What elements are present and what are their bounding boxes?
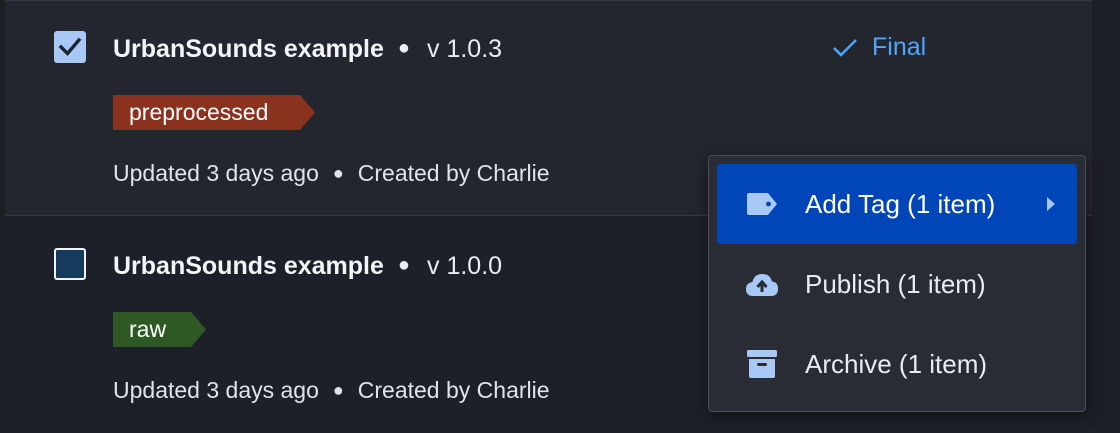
menu-item-add-tag[interactable]: Add Tag (1 item): [717, 164, 1077, 244]
row-2-title-line: UrbanSounds example ● v 1.0.0: [113, 250, 502, 281]
version-label: v 1.0.0: [427, 252, 503, 280]
checkmark-icon: [58, 37, 82, 57]
version-label: v 1.0.3: [427, 35, 503, 63]
dataset-title[interactable]: UrbanSounds example: [113, 35, 384, 63]
meta-separator: ●: [332, 163, 344, 183]
created-by-text: Created by Charlie: [357, 377, 550, 403]
menu-item-label: Archive (1 item): [805, 349, 988, 379]
chevron-right-icon: [1047, 197, 1055, 211]
menu-item-label: Publish (1 item): [805, 269, 986, 299]
updated-text: Updated 3 days ago: [113, 160, 319, 186]
menu-item-label: Add Tag (1 item): [805, 189, 996, 219]
check-icon: [833, 39, 857, 57]
archive-icon: [747, 350, 777, 378]
context-menu: Add Tag (1 item) Publish (1 item) Archiv…: [708, 155, 1086, 412]
menu-item-archive[interactable]: Archive (1 item): [717, 324, 1077, 404]
row-2-meta: Updated 3 days ago ● Created by Charlie: [113, 375, 550, 405]
status-label: Final: [872, 33, 927, 61]
tag-icon: [747, 193, 777, 215]
tag-raw[interactable]: raw: [113, 312, 206, 347]
created-by-text: Created by Charlie: [357, 160, 550, 186]
menu-item-publish[interactable]: Publish (1 item): [717, 244, 1077, 324]
status-final: Final: [831, 31, 926, 63]
row-1-checkbox[interactable]: [54, 31, 86, 63]
tag-preprocessed[interactable]: preprocessed: [113, 95, 315, 130]
title-separator: ●: [397, 254, 410, 276]
meta-separator: ●: [332, 380, 344, 400]
cloud-upload-icon: [746, 274, 778, 296]
title-separator: ●: [397, 37, 410, 59]
row-1-meta: Updated 3 days ago ● Created by Charlie: [113, 158, 550, 188]
updated-text: Updated 3 days ago: [113, 377, 319, 403]
row-1-title-line: UrbanSounds example ● v 1.0.3: [113, 33, 502, 64]
dataset-title[interactable]: UrbanSounds example: [113, 252, 384, 280]
row-2-checkbox[interactable]: [54, 248, 86, 280]
